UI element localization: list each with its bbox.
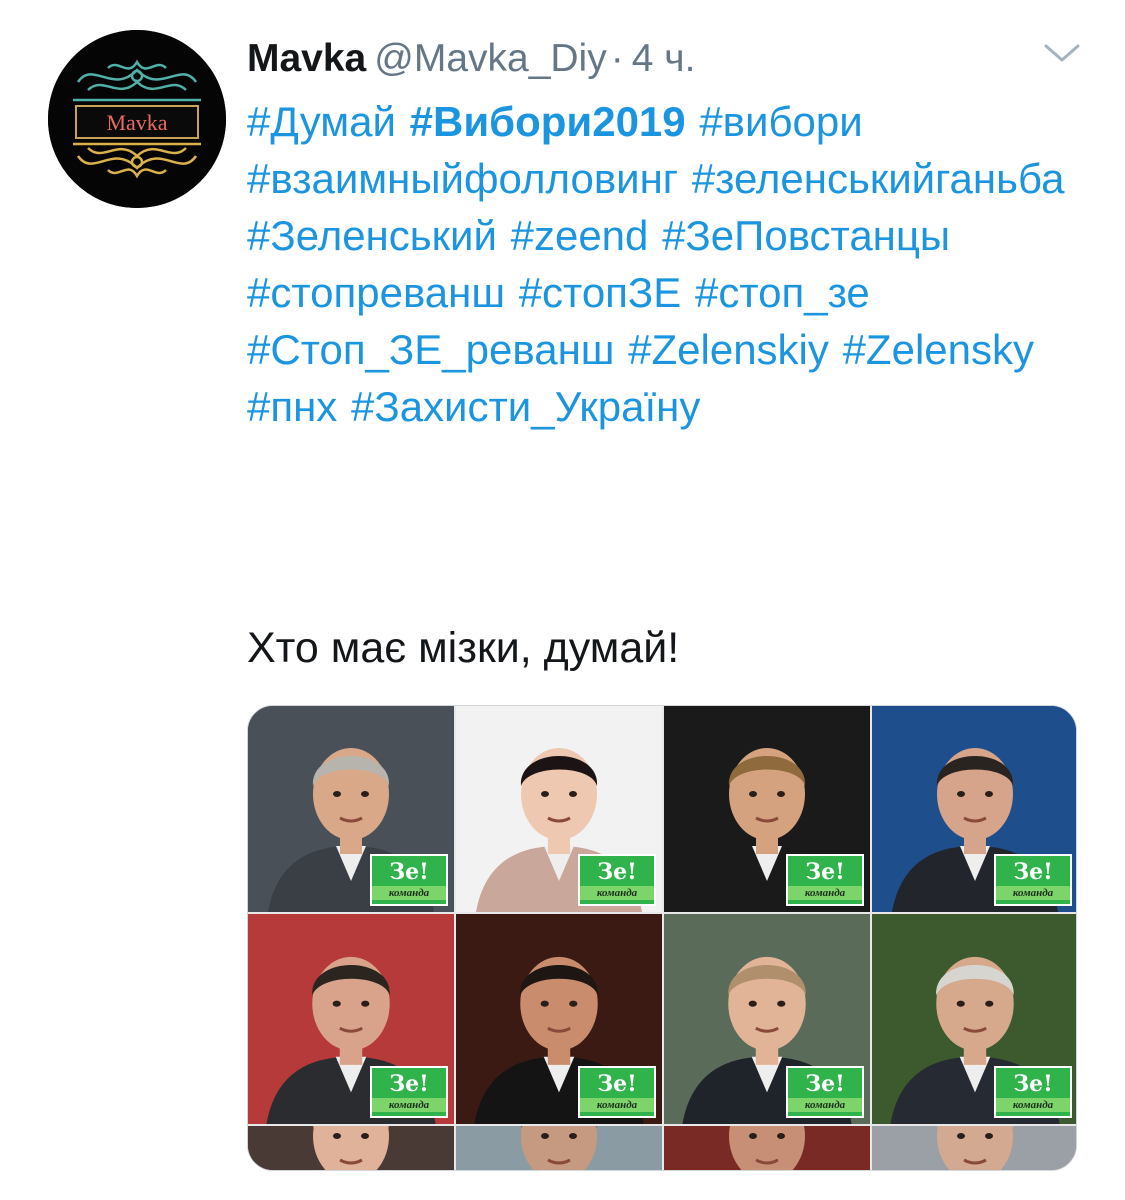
hashtag-link[interactable]: #Захисти_Україну [351,383,700,430]
ze-team-badge: Зе! команда [994,854,1072,906]
photo-partial-red-pattern [664,1126,870,1170]
photo-man-at-podium-flag: Зе! команда [872,706,1076,912]
badge-subtitle: команда [788,1098,862,1112]
photo-man-gray-hair-glasses: Зе! команда [872,914,1076,1124]
ornament-logo-icon: Mavka [48,30,226,208]
author-handle[interactable]: @Mavka_Diy [374,37,606,80]
badge-subtitle: команда [788,886,862,900]
ze-team-badge: Зе! команда [786,1066,864,1118]
ze-team-badge: Зе! команда [578,854,656,906]
svg-text:Mavka: Mavka [106,110,167,135]
hashtag-link[interactable]: #Думай [247,98,396,145]
tweet-header: Mavka @Mavka_Diy · 4 ч. [247,34,695,84]
author-display-name[interactable]: Mavka [247,37,366,80]
photo-man-dark-background: Зе! команда [456,914,662,1124]
collage-grid: Зе! команда Зе! команда Зе! команда Зе! команда… [248,706,1076,1170]
hashtag-link[interactable]: #стопЗЕ [519,269,682,316]
hashtag-link[interactable]: #Зеленський [247,212,497,259]
badge-subtitle: команда [580,886,654,900]
badge-title: Зе! [389,1071,429,1097]
separator-dot: · [610,37,624,80]
ze-team-badge: Зе! команда [370,1066,448,1118]
badge-title: Зе! [805,1071,845,1097]
hashtag-link[interactable]: #зеленськийганьба [692,155,1065,202]
ze-team-badge: Зе! команда [578,1066,656,1118]
hashtag-link[interactable]: #ЗеПовстанцы [662,212,950,259]
hashtag-link[interactable]: #Вибори2019 [410,98,686,145]
badge-subtitle: команда [996,1098,1070,1112]
badge-title: Зе! [1013,859,1053,885]
portrait-shape [872,1126,1076,1170]
badge-title: Зе! [1013,1071,1053,1097]
photo-man-glasses-gray-beard: Зе! команда [248,706,454,912]
ze-team-badge: Зе! команда [370,854,448,906]
photo-partial-blond [248,1126,454,1170]
hashtag-link[interactable]: #Zelensky [843,326,1034,373]
badge-subtitle: команда [372,886,446,900]
ze-team-badge: Зе! команда [786,854,864,906]
tweet-body: Хто має мізки, думай! [247,624,680,672]
badge-title: Зе! [389,859,429,885]
portrait-shape [456,1126,662,1170]
badge-title: Зе! [597,859,637,885]
avatar[interactable]: Mavka [48,30,226,208]
photo-partial-gray [872,1126,1076,1170]
hashtag-list: #Думай #Вибори2019 #вибори #взаимныйфолл… [247,93,1087,435]
badge-subtitle: команда [580,1098,654,1112]
ze-team-badge: Зе! команда [994,1066,1072,1118]
hashtag-link[interactable]: #пнх [247,383,337,430]
photo-woman-short-dark-hair: Зе! команда [456,706,662,912]
hashtag-link[interactable]: #Стоп_ЗЕ_реванш [247,326,614,373]
badge-title: Зе! [597,1071,637,1097]
hashtag-link[interactable]: #вибори [699,98,862,145]
portrait-shape [664,1126,870,1170]
photo-partial-cap [456,1126,662,1170]
photo-man-beard-flag-background: Зе! команда [248,914,454,1124]
hashtag-link[interactable]: #стопреванш [247,269,505,316]
badge-subtitle: команда [372,1098,446,1112]
badge-title: Зе! [805,859,845,885]
hashtag-link[interactable]: #взаимныйфолловинг [247,155,678,202]
portrait-shape [248,1126,454,1170]
hashtag-link[interactable]: #стоп_зе [695,269,870,316]
hashtag-link[interactable]: #Zelenskiy [628,326,829,373]
hashtag-link[interactable]: #zeend [511,212,649,259]
photo-man-smiling-suit: Зе! команда [664,914,870,1124]
badge-subtitle: команда [996,886,1070,900]
chevron-down-icon[interactable] [1040,38,1084,68]
timestamp[interactable]: 4 ч. [632,37,696,80]
photo-man-round-orange-glasses: Зе! команда [664,706,870,912]
tweet-image[interactable]: Зе! команда Зе! команда Зе! команда Зе! команда… [247,705,1077,1171]
